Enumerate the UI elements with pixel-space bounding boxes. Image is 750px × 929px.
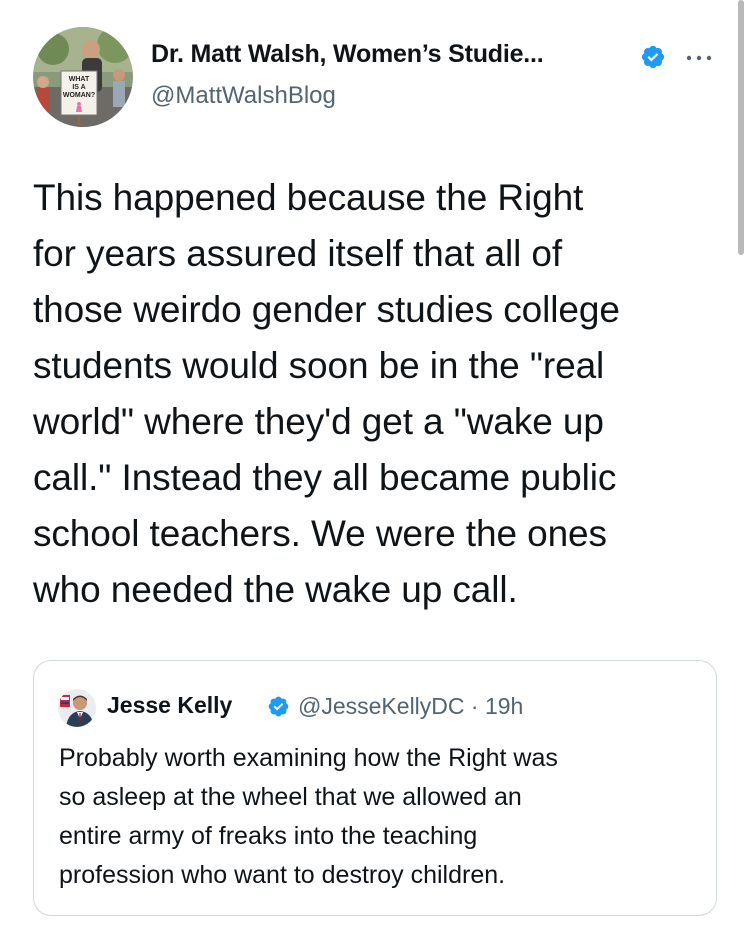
tweet-text-line: those weirdo gender studies college bbox=[33, 289, 620, 330]
quoted-tweet-text: Probably worth examining how the Right w… bbox=[59, 739, 699, 895]
more-options-icon[interactable] bbox=[684, 50, 714, 66]
quoted-text-line: profession who want to destroy children. bbox=[59, 861, 506, 889]
tweet-text: This happened because the Right for year… bbox=[33, 170, 723, 618]
avatar-sign-line-1: WHAT bbox=[69, 76, 90, 83]
quoted-author-avatar[interactable] bbox=[58, 689, 96, 727]
tweet-text-line: students would soon be in the "real bbox=[33, 345, 605, 386]
avatar-image: WHAT IS A WOMAN? bbox=[33, 27, 133, 127]
quoted-avatar-image bbox=[58, 689, 96, 727]
scrollbar[interactable] bbox=[738, 0, 744, 255]
tweet-text-line: for years assured itself that all of bbox=[33, 233, 563, 274]
tweet-text-line: This happened because the Right bbox=[33, 177, 584, 218]
tweet-text-line: school teachers. We were the ones bbox=[33, 513, 607, 554]
quoted-text-line: so asleep at the wheel that we allowed a… bbox=[59, 783, 522, 811]
quoted-text-line: Probably worth examining how the Right w… bbox=[59, 744, 558, 772]
quoted-author-name[interactable]: Jesse Kelly bbox=[107, 692, 232, 719]
avatar-sign-line-3: WOMAN? bbox=[63, 92, 95, 99]
tweet-text-line: call." Instead they all became public bbox=[33, 457, 617, 498]
avatar-sign-line-2: IS A bbox=[72, 84, 85, 91]
quoted-tweet-card[interactable]: Jesse Kelly @JesseKellyDC · 19h Probably… bbox=[33, 660, 717, 916]
author-avatar[interactable]: WHAT IS A WOMAN? bbox=[33, 27, 133, 127]
tweet-text-line: who needed the wake up call. bbox=[33, 569, 518, 610]
tweet-text-line: world" where they'd get a "wake up bbox=[33, 401, 604, 442]
author-name[interactable]: Dr. Matt Walsh, Women’s Studie... bbox=[151, 40, 544, 69]
quoted-text-line: entire army of freaks into the teaching bbox=[59, 822, 478, 850]
quoted-handle-timestamp[interactable]: @JesseKellyDC · 19h bbox=[298, 693, 523, 720]
verified-badge-icon bbox=[268, 696, 289, 717]
author-handle[interactable]: @MattWalshBlog bbox=[151, 82, 336, 110]
verified-badge-icon bbox=[641, 45, 665, 69]
